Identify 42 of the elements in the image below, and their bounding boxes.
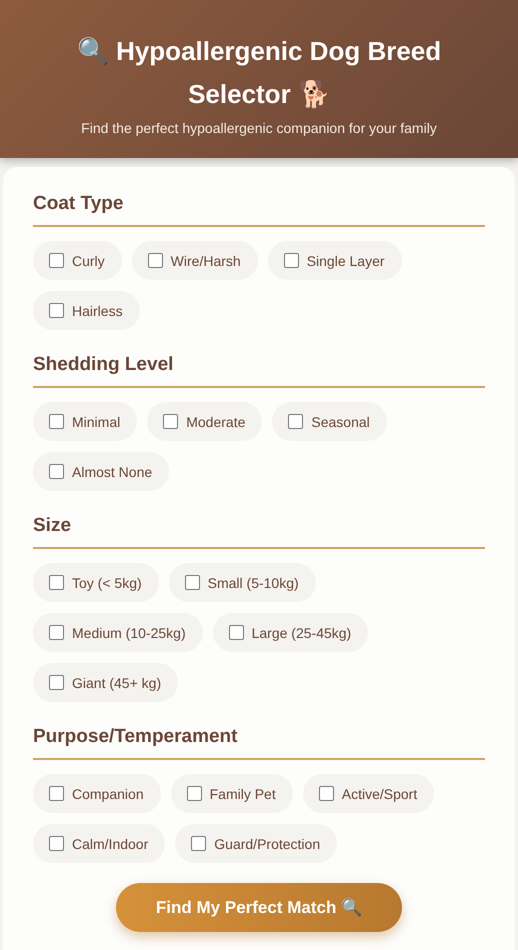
option-chip[interactable]: Giant (45+ kg) (33, 663, 178, 702)
option-chip[interactable]: Active/Sport (302, 774, 434, 813)
option-chip[interactable]: Hairless (33, 291, 140, 330)
checkbox[interactable] (288, 414, 304, 429)
checkbox[interactable] (49, 414, 64, 429)
option-chip[interactable]: Curly (33, 241, 122, 280)
option-chip[interactable]: Guard/Protection (175, 824, 338, 863)
checkbox[interactable] (49, 575, 64, 590)
section-title: Purpose/Temperament (33, 726, 485, 760)
option-chip[interactable]: Single Layer (268, 241, 402, 280)
checkbox[interactable] (163, 414, 178, 429)
page-title: 🔍 Hypoallergenic Dog Breed Selector 🐕 (76, 35, 442, 111)
checkbox[interactable] (49, 625, 64, 640)
checkbox[interactable] (49, 786, 64, 801)
option-chip[interactable]: Small (5-10kg) (168, 563, 316, 602)
checkbox[interactable] (186, 786, 202, 801)
option-chip[interactable]: Almost None (33, 452, 170, 491)
checkbox[interactable] (318, 786, 334, 801)
section-title: Size (33, 515, 485, 549)
section-title: Shedding Level (33, 354, 485, 388)
checkbox[interactable] (184, 575, 200, 590)
checkbox[interactable] (191, 836, 206, 851)
checkbox[interactable] (49, 464, 64, 479)
option-chip[interactable]: Family Pet (170, 774, 293, 813)
option-chip[interactable]: Toy (< 5kg) (33, 563, 159, 602)
option-chip[interactable]: Calm/Indoor (33, 824, 166, 863)
option-chip[interactable]: Minimal (33, 402, 138, 441)
section-title: Coat Type (33, 193, 485, 227)
option-chip[interactable]: Large (25-45kg) (212, 613, 368, 652)
option-chip[interactable]: Seasonal (272, 402, 387, 441)
checkbox[interactable] (49, 253, 64, 268)
checkbox[interactable] (49, 675, 64, 690)
option-chip[interactable]: Medium (10-25kg) (33, 613, 203, 652)
checkbox[interactable] (228, 625, 244, 640)
checkbox[interactable] (49, 836, 64, 851)
option-chip[interactable]: Wire/Harsh (132, 241, 258, 280)
checkbox[interactable] (49, 303, 64, 318)
checkbox[interactable] (284, 253, 299, 268)
option-chip[interactable]: Companion (33, 774, 161, 813)
page-subtitle: Find the perfect hypoallergenic companion for your family (80, 120, 438, 136)
option-chip[interactable]: Moderate (147, 402, 262, 441)
checkbox[interactable] (148, 253, 163, 268)
